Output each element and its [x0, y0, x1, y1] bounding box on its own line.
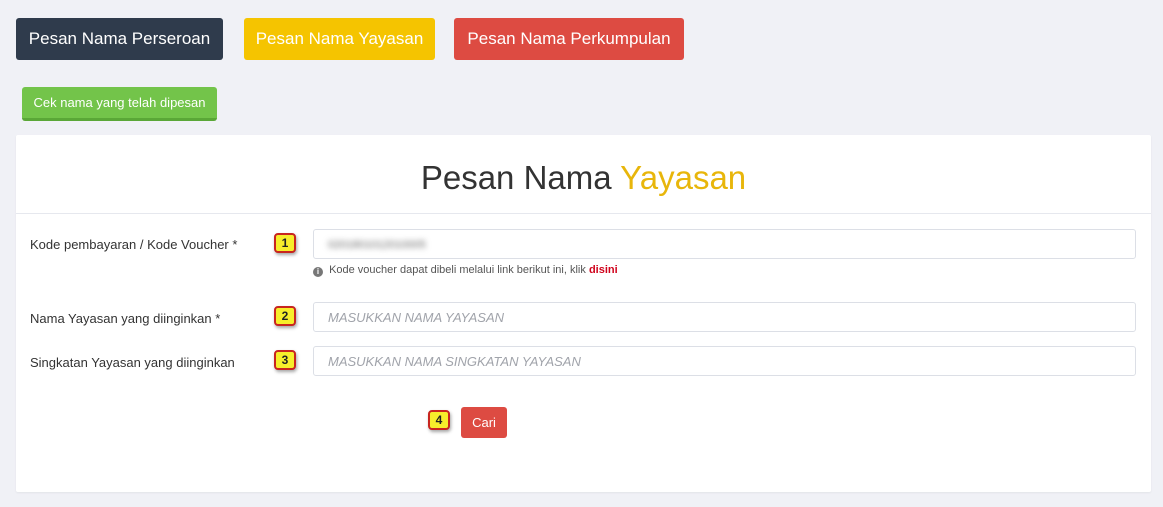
page-title: Pesan Nama Yayasan — [16, 159, 1151, 197]
title-main: Pesan Nama — [420, 159, 612, 196]
cek-nama-button[interactable]: Cek nama yang telah dipesan — [22, 87, 217, 121]
step-badge-2: 2 — [274, 306, 296, 326]
disini-link[interactable]: disini — [589, 264, 618, 276]
card-header: Pesan Nama Yayasan — [16, 135, 1151, 214]
step-badge-1: 1 — [274, 233, 296, 253]
pesan-nama-perseroan-button[interactable]: Pesan Nama Perseroan — [16, 18, 223, 60]
step-badge-4: 4 — [428, 410, 450, 430]
step-badge-3: 3 — [274, 350, 296, 370]
singkatan-yayasan-input[interactable] — [313, 346, 1136, 376]
form-card: Pesan Nama Yayasan Kode pembayaran / Kod… — [16, 135, 1151, 492]
nama-label: Nama Yayasan yang diinginkan * — [30, 311, 221, 326]
kode-voucher-value: 0201801012010005 — [328, 239, 426, 251]
kode-help-text: i Kode voucher dapat dibeli melalui link… — [313, 264, 618, 277]
cari-button[interactable]: Cari — [461, 407, 507, 438]
kode-voucher-input[interactable]: 0201801012010005 — [313, 229, 1136, 259]
pesan-nama-yayasan-button[interactable]: Pesan Nama Yayasan — [244, 18, 435, 60]
info-icon: i — [313, 267, 323, 277]
nama-yayasan-input[interactable] — [313, 302, 1136, 332]
singkatan-label: Singkatan Yayasan yang diinginkan — [30, 355, 235, 370]
pesan-nama-perkumpulan-button[interactable]: Pesan Nama Perkumpulan — [454, 18, 684, 60]
title-accent: Yayasan — [620, 159, 747, 196]
kode-label: Kode pembayaran / Kode Voucher * — [30, 237, 238, 252]
help-message: Kode voucher dapat dibeli melalui link b… — [329, 264, 586, 276]
